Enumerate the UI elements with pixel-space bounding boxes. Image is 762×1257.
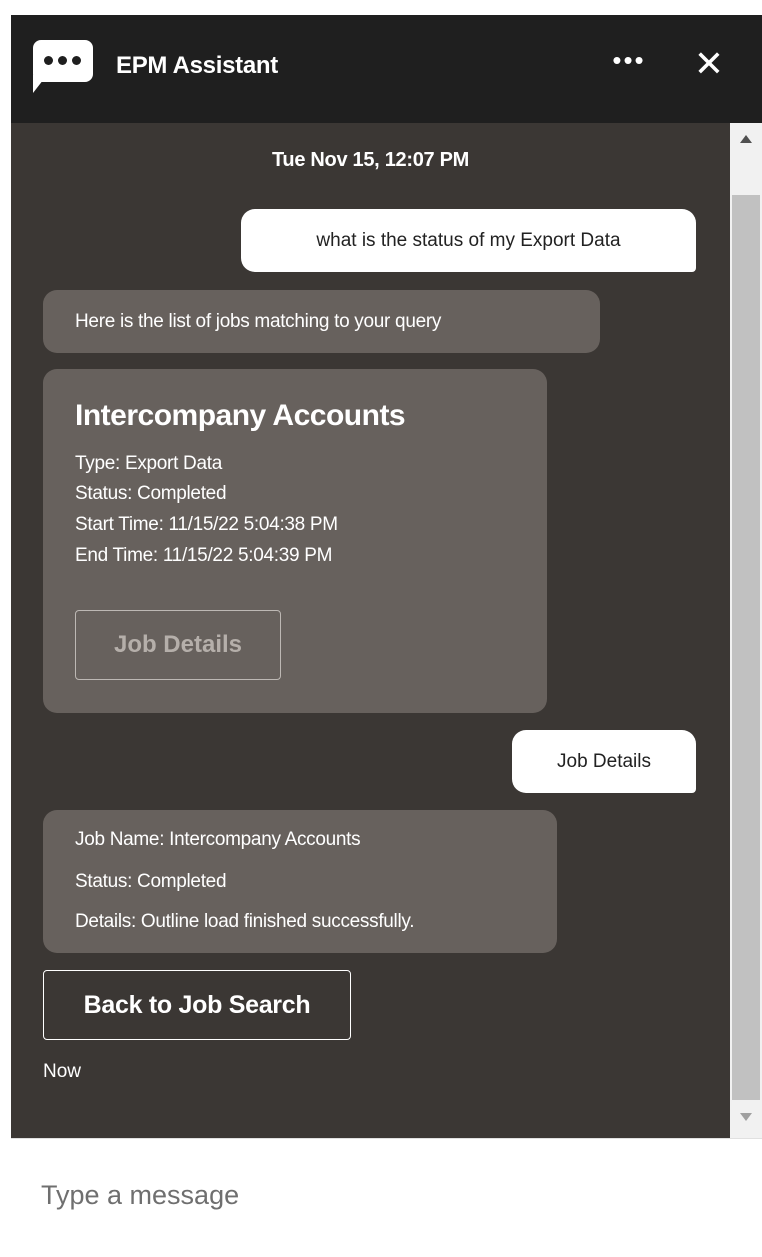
scrollbar[interactable] bbox=[730, 123, 762, 1138]
message-input[interactable] bbox=[39, 1169, 723, 1221]
user-message: what is the status of my Export Data bbox=[241, 209, 696, 272]
job-type: Type: Export Data bbox=[75, 453, 222, 474]
user-reply-text: Job Details bbox=[557, 750, 651, 772]
user-reply: Job Details bbox=[512, 730, 696, 793]
job-start-time: Start Time: 11/15/22 5:04:38 PM bbox=[75, 514, 338, 535]
close-icon[interactable]: ✕ bbox=[689, 45, 729, 85]
ellipsis-icon[interactable]: ••• bbox=[607, 45, 651, 81]
user-message-text: what is the status of my Export Data bbox=[316, 229, 621, 251]
job-details-line: Details: Outline load finished successfu… bbox=[75, 911, 415, 932]
scrollbar-thumb[interactable] bbox=[732, 195, 760, 1100]
job-card: Intercompany Accounts Type: Export Data … bbox=[43, 369, 547, 713]
job-details-message: Job Name: Intercompany Accounts Status: … bbox=[43, 810, 557, 953]
job-details-button[interactable]: Job Details bbox=[75, 610, 281, 680]
dot bbox=[72, 56, 81, 65]
dot bbox=[58, 56, 67, 65]
job-end-time: End Time: 11/15/22 5:04:39 PM bbox=[75, 545, 333, 566]
bot-message-text: Here is the list of jobs matching to you… bbox=[75, 310, 442, 332]
chat-panel: EPM Assistant ••• ✕ Tue Nov 15, 12:07 PM… bbox=[11, 15, 762, 1257]
job-card-title: Intercompany Accounts bbox=[75, 399, 406, 432]
job-status: Status: Completed bbox=[75, 483, 227, 504]
scroll-up-arrow-icon[interactable] bbox=[740, 135, 752, 143]
message-composer bbox=[11, 1138, 762, 1257]
assistant-title: EPM Assistant bbox=[116, 52, 278, 79]
job-name-line: Job Name: Intercompany Accounts bbox=[75, 829, 361, 850]
conversation-timestamp: Tue Nov 15, 12:07 PM bbox=[271, 149, 470, 171]
bot-message: Here is the list of jobs matching to you… bbox=[43, 290, 600, 353]
job-status-line: Status: Completed bbox=[75, 871, 227, 892]
chat-transcript[interactable]: Tue Nov 15, 12:07 PM what is the status … bbox=[11, 123, 762, 1138]
back-to-job-search-button[interactable]: Back to Job Search bbox=[43, 970, 351, 1040]
dot bbox=[44, 56, 53, 65]
scroll-down-arrow-icon[interactable] bbox=[740, 1113, 752, 1121]
chat-bubble-tail bbox=[33, 75, 47, 93]
chat-header: EPM Assistant ••• ✕ bbox=[11, 15, 762, 123]
message-time: Now bbox=[43, 1061, 82, 1082]
